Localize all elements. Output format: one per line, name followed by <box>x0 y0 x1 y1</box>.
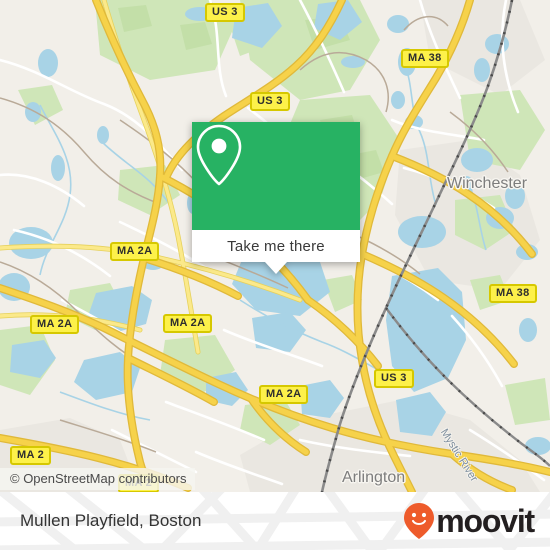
highway-shield: US 3 <box>205 3 245 22</box>
map-canvas[interactable]: US 3 US 3 MA 38 MA 38 MA 2A MA 2A MA 2A MA 2A US… <box>0 0 550 492</box>
highway-shield: US 3 <box>250 92 290 111</box>
highway-shield: MA 2A <box>259 385 309 404</box>
popup-marker-area <box>192 122 360 230</box>
moovit-brand-logo[interactable]: moovit <box>403 502 535 540</box>
popup-pointer-tail <box>265 262 287 274</box>
moovit-pin-smiley-icon <box>404 503 435 539</box>
place-label: Winchester <box>447 175 528 192</box>
location-popup-card[interactable]: Take me there <box>192 122 360 274</box>
highway-shield: MA 2 <box>10 446 52 465</box>
map-pin-icon <box>196 124 242 186</box>
highway-shield: US 3 <box>374 369 414 388</box>
highway-shield: MA 2A <box>163 314 213 333</box>
highway-shield: MA 38 <box>489 284 537 303</box>
moovit-map-screen: US 3 US 3 MA 38 MA 38 MA 2A MA 2A MA 2A MA 2A US… <box>0 0 550 550</box>
place-label: Arlington <box>342 469 406 486</box>
take-me-there-label: Take me there <box>227 237 325 255</box>
moovit-wordmark: moovit <box>436 503 535 539</box>
osm-attribution[interactable]: © OpenStreetMap contributors <box>0 468 195 490</box>
page-title: Mullen Playfield, Boston <box>20 511 202 530</box>
popup-action-bar[interactable]: Take me there <box>192 230 360 274</box>
highway-shield: MA 2A <box>110 242 160 261</box>
highway-shield: MA 2A <box>30 315 80 334</box>
highway-shield: MA 38 <box>401 49 449 68</box>
footer-bar: Mullen Playfield, Boston moovit <box>0 492 550 550</box>
